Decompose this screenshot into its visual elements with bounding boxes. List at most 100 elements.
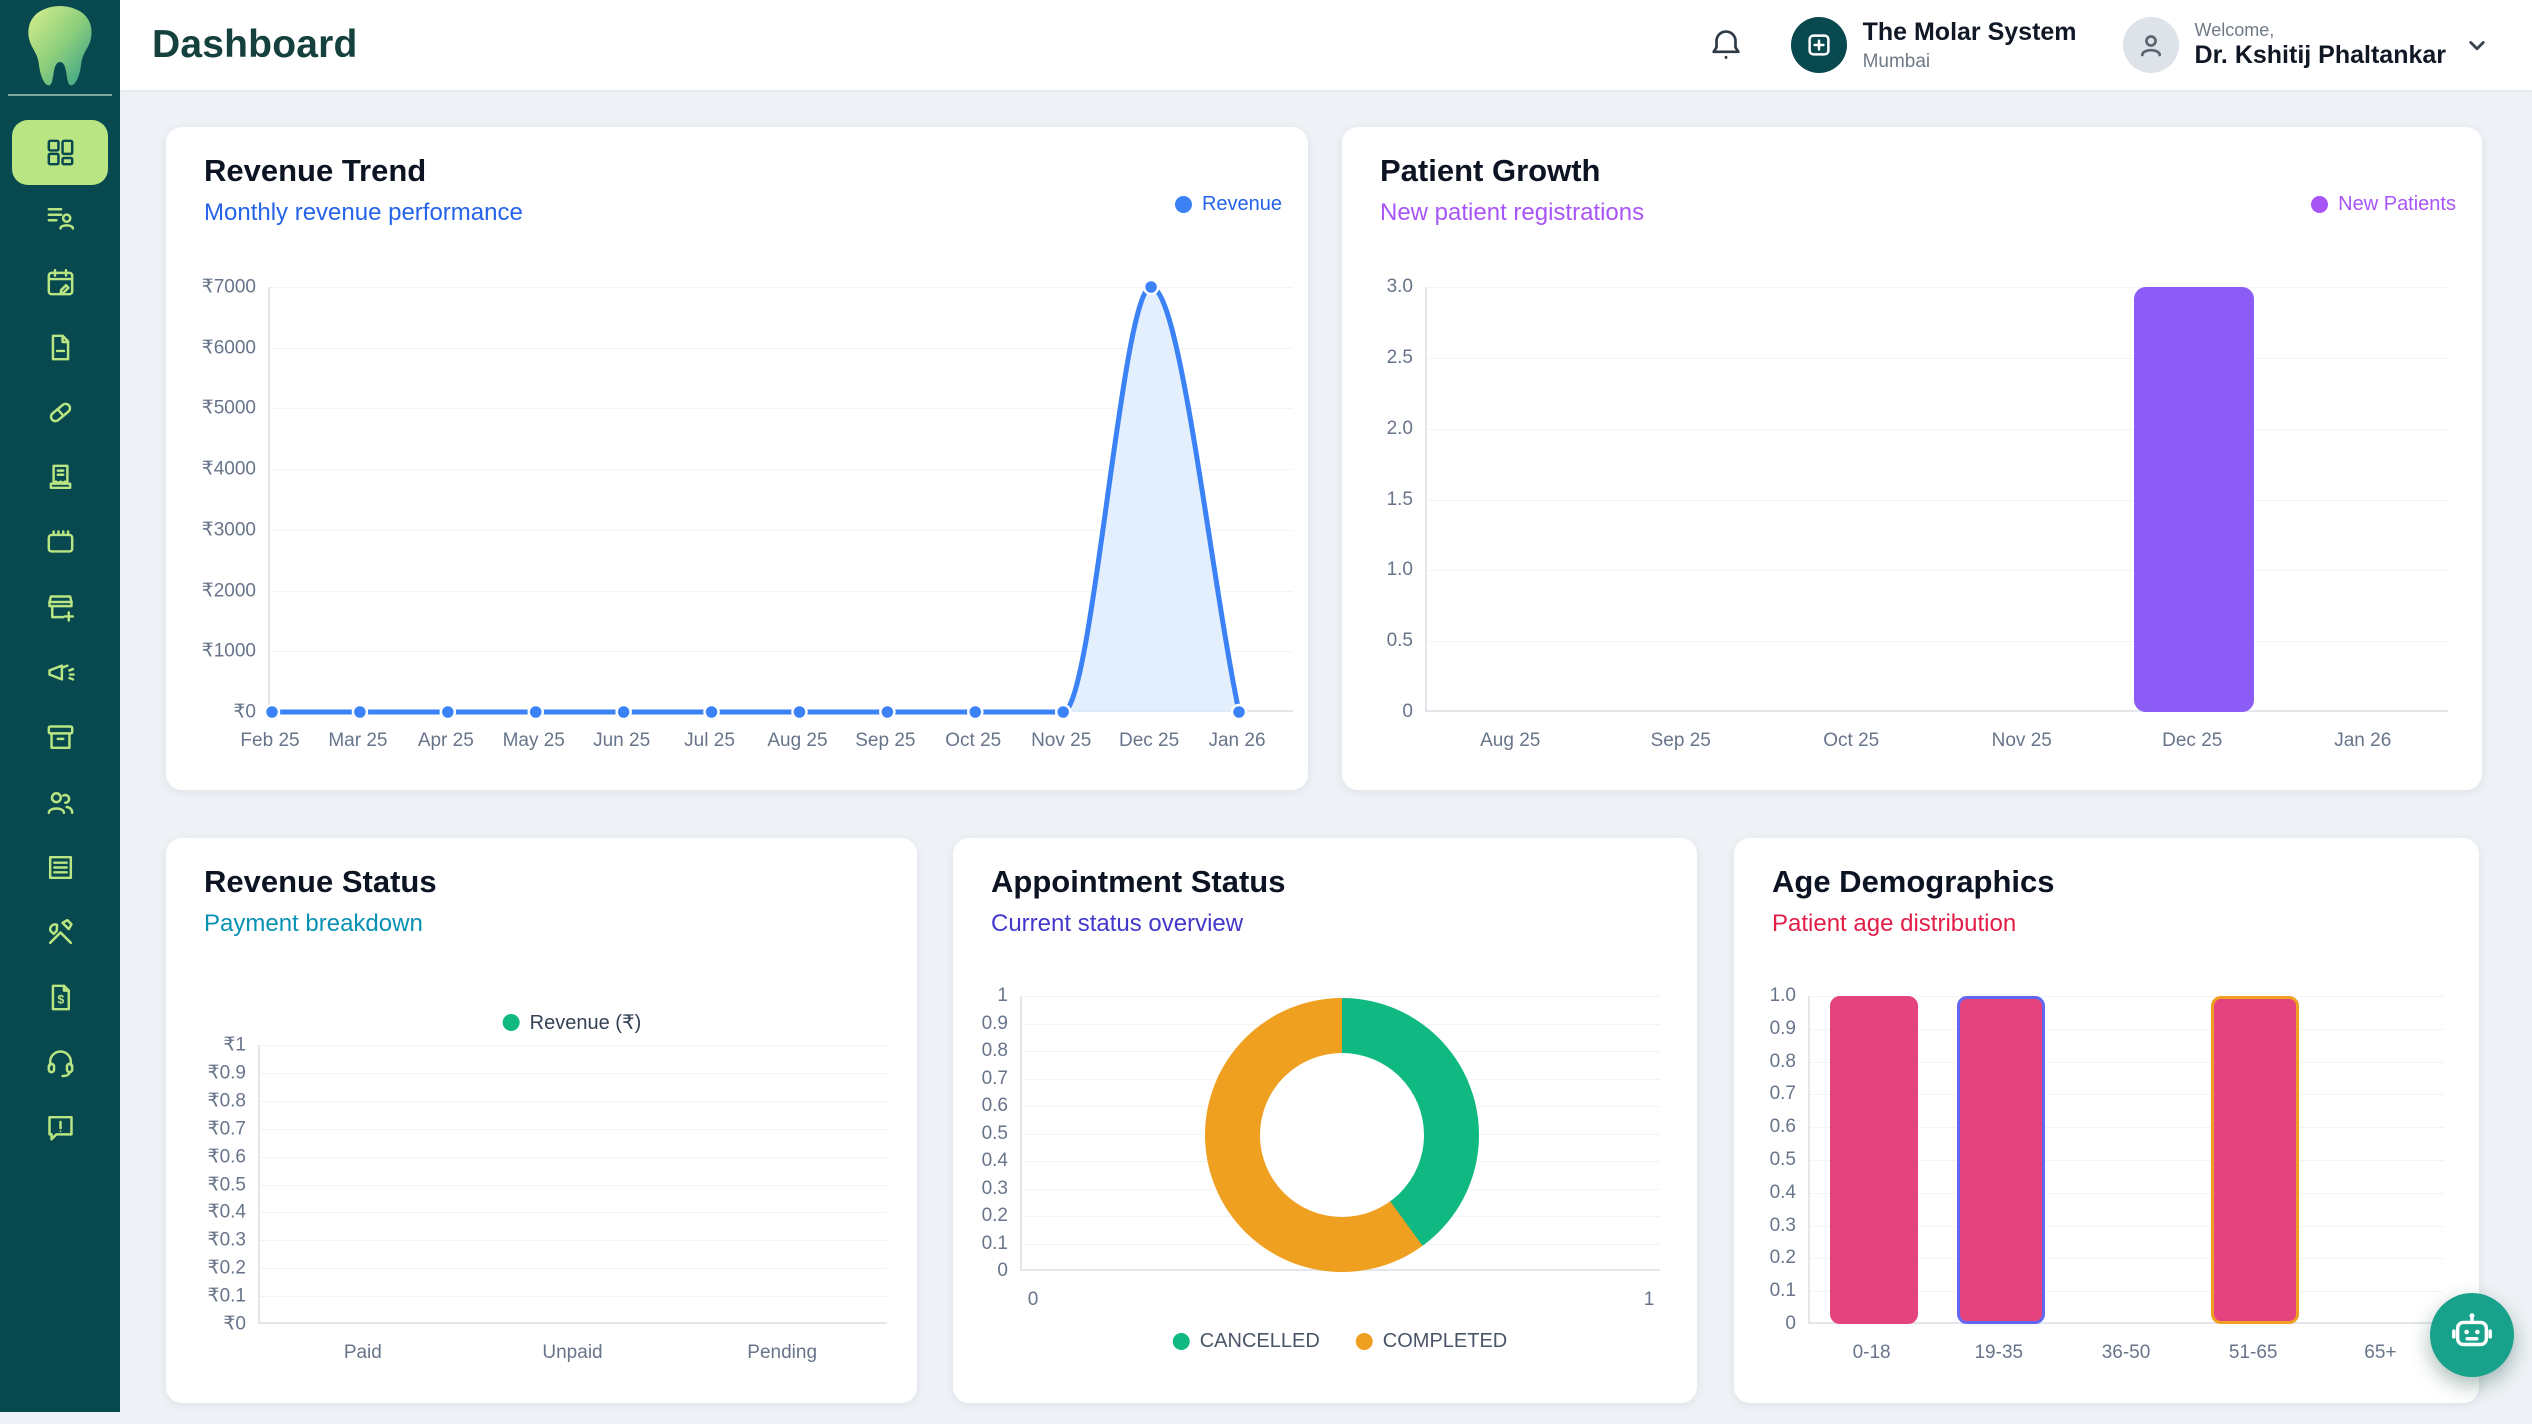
sidebar-item-dashboard-grid[interactable]: [12, 120, 108, 185]
x-axis-label: Jan 26: [1208, 730, 1265, 752]
y-axis-label: 0.9: [898, 1013, 1008, 1035]
sidebar-item-headset[interactable]: [12, 1030, 108, 1095]
sidebar-item-people[interactable]: [12, 770, 108, 835]
legend-item-cancelled[interactable]: CANCELLED: [1173, 1330, 1320, 1353]
y-axis-label: 3.0: [1303, 276, 1413, 298]
plot-area: [268, 287, 1293, 712]
bar-51-65[interactable]: [2211, 996, 2299, 1324]
y-axis-label: 0: [1686, 1313, 1796, 1335]
chatbot-icon: [2449, 1310, 2495, 1361]
legend-item-revenue[interactable]: Revenue: [1175, 193, 1282, 216]
x-axis-label: Unpaid: [542, 1342, 602, 1364]
card-title: Revenue Status: [204, 864, 437, 900]
card-revenue-status: Revenue Status Payment breakdown Revenue…: [166, 838, 917, 1403]
gridline: [260, 1045, 887, 1046]
gridline: [260, 1101, 887, 1102]
records-icon: [44, 851, 77, 884]
card-title: Appointment Status: [991, 864, 1286, 900]
data-point-Jun 25[interactable]: [617, 705, 631, 719]
y-axis-label: 1.5: [1303, 489, 1413, 511]
x-axis-label: Aug 25: [767, 730, 827, 752]
clinic-selector[interactable]: The Molar System Mumbai: [1791, 17, 2077, 73]
y-axis-label: 0.5: [1686, 1149, 1796, 1171]
x-axis-label: Nov 25: [1992, 730, 2052, 752]
y-axis-label: ₹4000: [146, 458, 256, 481]
sidebar-item-invoice-dollar[interactable]: $: [12, 965, 108, 1030]
x-axis-label: 19-35: [1974, 1342, 2023, 1364]
svg-text:$: $: [57, 993, 64, 1007]
sidebar-item-feedback[interactable]: [12, 1095, 108, 1160]
data-point-Oct 25[interactable]: [968, 705, 982, 719]
chart-legend: CANCELLED COMPLETED: [1173, 1330, 1508, 1353]
bell-icon[interactable]: [1707, 26, 1745, 64]
card-title: Patient Growth: [1380, 153, 1600, 189]
invoice-dollar-icon: $: [44, 981, 77, 1014]
sidebar-item-pill[interactable]: [12, 380, 108, 445]
data-point-Aug 25[interactable]: [792, 705, 806, 719]
y-axis-label: 0.8: [1686, 1051, 1796, 1073]
sidebar-item-records[interactable]: [12, 835, 108, 900]
legend-item-revenue-[interactable]: Revenue (₹): [503, 1010, 642, 1035]
data-point-Mar 25[interactable]: [353, 705, 367, 719]
data-point-Dec 25[interactable]: [1144, 280, 1158, 294]
y-axis-label: 0.4: [1686, 1182, 1796, 1204]
data-point-Jul 25[interactable]: [705, 705, 719, 719]
y-axis-label: 2.5: [1303, 347, 1413, 369]
x-axis-label: Jan 26: [2334, 730, 2391, 752]
y-axis-label: 1.0: [1686, 985, 1796, 1007]
y-axis-label: 0: [1303, 701, 1413, 723]
donut-hole: [1260, 1053, 1424, 1217]
data-point-Apr 25[interactable]: [441, 705, 455, 719]
chatbot-fab[interactable]: [2430, 1293, 2514, 1377]
data-point-Nov 25[interactable]: [1056, 705, 1070, 719]
bar-0-18[interactable]: [1830, 996, 1918, 1324]
y-axis-label: ₹0.2: [136, 1257, 246, 1280]
x-axis-label: Paid: [344, 1342, 382, 1364]
gridline: [260, 1185, 887, 1186]
sidebar-item-calendar-edit[interactable]: [12, 250, 108, 315]
x-axis-label: Sep 25: [1651, 730, 1711, 752]
donut-chart[interactable]: [1205, 998, 1479, 1272]
y-axis-label: 0.7: [1686, 1083, 1796, 1105]
card-appointment-status: Appointment Status Current status overvi…: [953, 838, 1697, 1403]
x-axis-label: Mar 25: [328, 730, 387, 752]
data-point-Feb 25[interactable]: [265, 705, 279, 719]
gridline: [260, 1240, 887, 1241]
card-subtitle: Payment breakdown: [204, 910, 423, 938]
sidebar-item-store-add[interactable]: [12, 575, 108, 640]
sidebar-item-tools[interactable]: [12, 900, 108, 965]
patient-list-icon: [44, 201, 77, 234]
x-axis-label: 51-65: [2229, 1342, 2278, 1364]
horizontal-scrollbar[interactable]: [0, 1412, 2532, 1424]
y-axis-label: 0.2: [898, 1205, 1008, 1227]
y-axis-label: 0.1: [1686, 1280, 1796, 1302]
sidebar-item-archive-box[interactable]: [12, 705, 108, 770]
legend-dot: [2311, 196, 2328, 213]
sidebar-item-patient-list[interactable]: [12, 185, 108, 250]
bar-19-35[interactable]: [1957, 996, 2045, 1324]
user-menu[interactable]: Welcome, Dr. Kshitij Phaltankar: [2123, 17, 2492, 73]
legend-label: New Patients: [2338, 193, 2456, 216]
legend-item-new-patients[interactable]: New Patients: [2311, 193, 2456, 216]
legend-item-completed[interactable]: COMPLETED: [1356, 1330, 1507, 1353]
y-axis-label: 0.3: [1686, 1215, 1796, 1237]
chevron-down-icon[interactable]: [2462, 30, 2492, 60]
data-point-Sep 25[interactable]: [880, 705, 894, 719]
y-axis-label: 0.6: [898, 1095, 1008, 1117]
y-axis-label: ₹0.1: [136, 1285, 246, 1308]
medical-cross-icon: [1791, 17, 1847, 73]
sidebar-item-receipt[interactable]: [12, 445, 108, 510]
sidebar-item-document[interactable]: [12, 315, 108, 380]
sidebar-item-megaphone[interactable]: [12, 640, 108, 705]
card-age-demographics: Age Demographics Patient age distributio…: [1734, 838, 2479, 1403]
y-axis-label: ₹0.8: [136, 1089, 246, 1112]
x-axis-label: Jun 25: [593, 730, 650, 752]
sidebar-divider: [8, 94, 112, 96]
area-fill: [272, 287, 1239, 712]
data-point-May 25[interactable]: [529, 705, 543, 719]
data-point-Jan 26[interactable]: [1232, 705, 1246, 719]
tooth-logo-icon[interactable]: [22, 5, 98, 89]
bar-Dec 25[interactable]: [2134, 287, 2254, 712]
plot-area: [258, 1045, 887, 1324]
sidebar-item-film-strip[interactable]: [12, 510, 108, 575]
